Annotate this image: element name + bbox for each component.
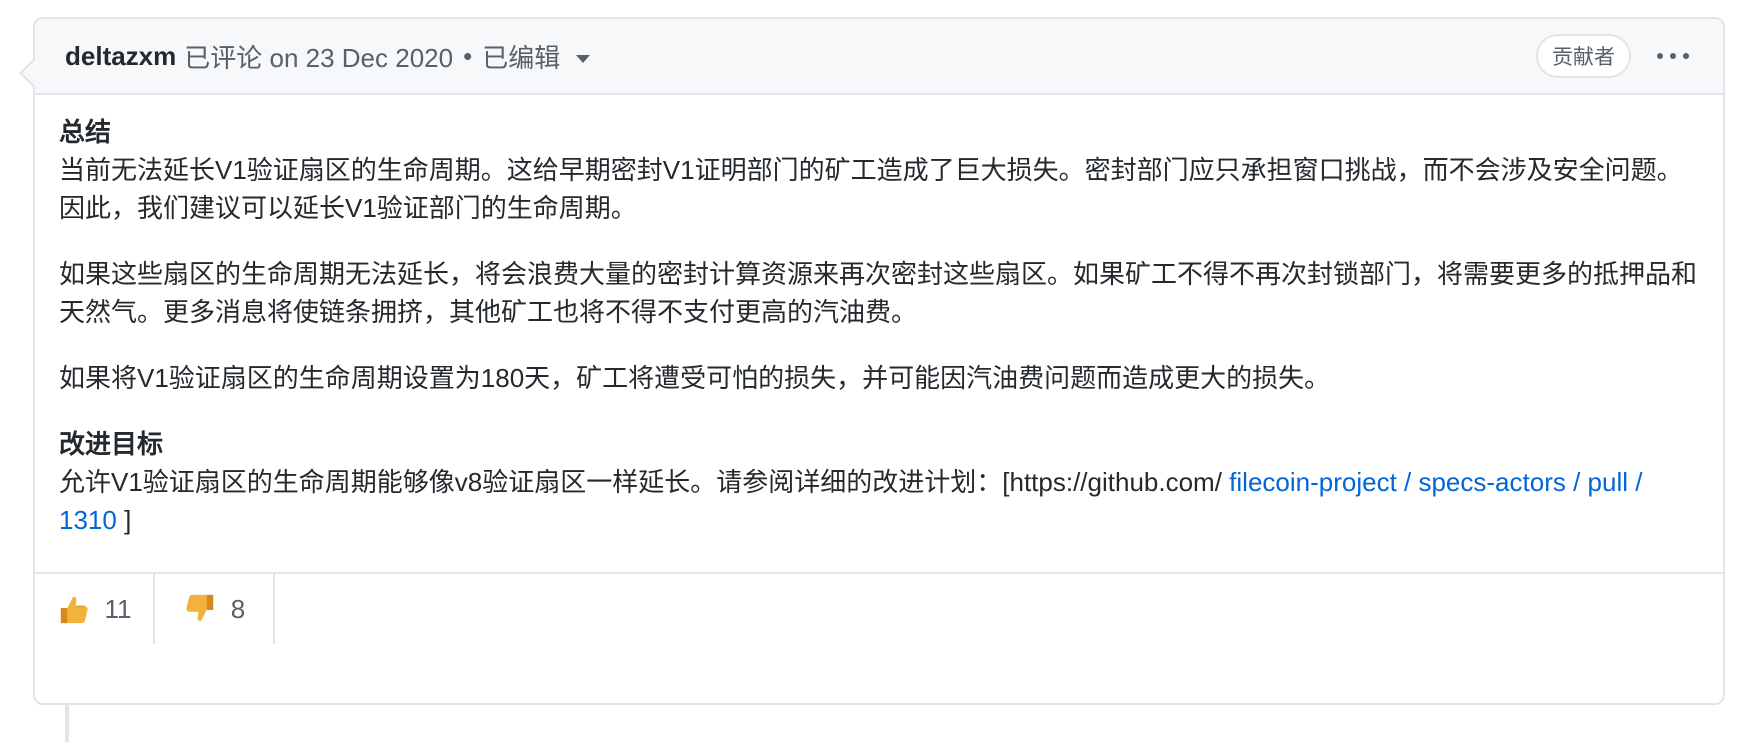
thumbs-down-icon — [186, 594, 213, 622]
reactions-bar: 11 8 — [35, 572, 1723, 644]
reaction-thumbs-down-button[interactable]: 8 — [155, 574, 275, 644]
contributor-badge: 贡献者 — [1536, 34, 1631, 78]
comment-body: 总结 当前无法延长V1验证扇区的生命周期。这给早期密封V1证明部门的矿工造成了巨… — [35, 95, 1723, 572]
comment-timestamp[interactable]: 已评论 on 23 Dec 2020 — [184, 38, 453, 75]
paragraph-3: 如果将V1验证扇区的生命周期设置为180天，矿工将遭受可怕的损失，并可能因汽油费… — [59, 363, 1331, 393]
timeline-line — [65, 700, 69, 742]
chevron-down-icon[interactable] — [576, 55, 591, 63]
paragraph-2: 如果这些扇区的生命周期无法延长，将会浪费大量的密封计算资源来再次密封这些扇区。如… — [59, 259, 1698, 327]
paragraph-4: 允许V1验证扇区的生命周期能够像v8验证扇区一样延长。请参阅详细的改进计划：[h… — [59, 463, 1699, 539]
kebab-horizontal-icon[interactable] — [1653, 47, 1693, 65]
reaction-thumbs-up-button[interactable]: 11 — [35, 574, 155, 644]
author-link[interactable]: deltazxm — [65, 41, 176, 72]
comment-box: deltazxm 已评论 on 23 Dec 2020 • 已编辑 贡献者 总结… — [19, 17, 1725, 705]
paragraph-1: 当前无法延长V1验证扇区的生命周期。这给早期密封V1证明部门的矿工造成了巨大损失… — [59, 155, 1683, 223]
header-separator: • — [463, 40, 473, 71]
paragraph-4-text: 允许V1验证扇区的生命周期能够像v8验证扇区一样延长。请参阅详细的改进计划：[h… — [59, 467, 1222, 497]
section-heading-summary: 总结 — [59, 117, 112, 147]
comment-header: deltazxm 已评论 on 23 Dec 2020 • 已编辑 贡献者 — [35, 19, 1723, 95]
edited-label[interactable]: 已编辑 — [482, 38, 560, 75]
thumbs-up-icon — [60, 596, 88, 624]
thumbs-down-count: 8 — [230, 593, 246, 624]
thumbs-up-count: 11 — [104, 593, 132, 624]
section-heading-goal: 改进目标 — [59, 429, 164, 459]
comment-bubble-arrow — [19, 57, 36, 89]
paragraph-4-end: ] — [124, 505, 132, 535]
header-actions: 贡献者 — [1536, 34, 1693, 78]
